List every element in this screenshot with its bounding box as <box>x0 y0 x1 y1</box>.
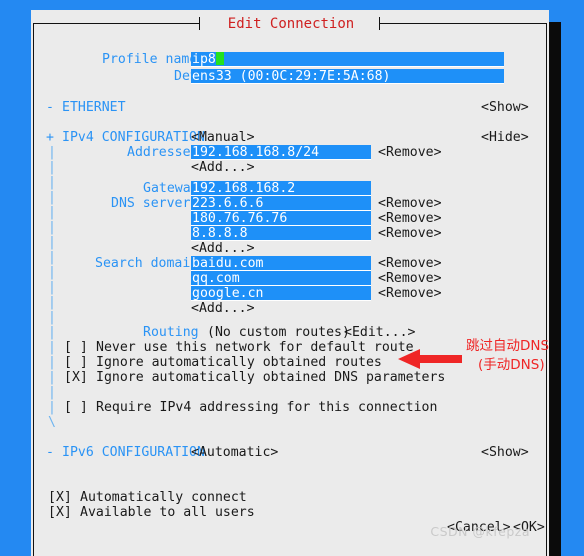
ipv6-collapse-marker[interactable]: - <box>46 445 54 460</box>
ipv6-mode-select[interactable]: <Automatic> <box>191 445 278 460</box>
dns-server-add-button[interactable]: <Add...> <box>191 241 255 256</box>
gateway-value: 192.168.168.2 <box>192 181 296 196</box>
dns-server-value: 223.6.6.6 <box>192 196 264 211</box>
checkbox-ignore-dns-label[interactable]: Ignore automatically obtained DNS parame… <box>96 370 445 385</box>
dns-server-remove-button[interactable]: <Remove> <box>378 226 442 241</box>
dns-server-input[interactable]: 180.76.76.76 <box>191 211 371 226</box>
dialog-shadow <box>549 22 561 556</box>
ipv4-tree-bar: | <box>48 235 56 250</box>
device-input[interactable]: ens33 (00:0C:29:7E:5A:68) <box>191 69 504 84</box>
profile-name-input[interactable]: ip8 <box>191 52 504 67</box>
search-domain-value: qq.com <box>192 271 240 286</box>
ipv4-mode-select[interactable]: <Manual> <box>191 130 255 145</box>
left-arrow-icon <box>398 349 462 369</box>
watermark: CSDN @kfepza <box>430 524 530 539</box>
dns-server-remove-button[interactable]: <Remove> <box>378 196 442 211</box>
text-cursor <box>215 52 224 65</box>
checkbox-ignore-dns-mark[interactable]: [X] <box>64 370 88 385</box>
address-input[interactable]: 192.168.168.8/24 <box>191 145 371 160</box>
dns-servers-label: DNS servers <box>111 196 199 211</box>
checkbox-all-users-mark[interactable]: [X] <box>48 505 72 520</box>
ipv4-tree-bar: | <box>48 190 56 205</box>
search-domain-value: baidu.com <box>192 256 264 271</box>
search-domain-remove-button[interactable]: <Remove> <box>378 286 442 301</box>
addresses-label: Addresses <box>127 145 199 160</box>
ipv4-tree-bar: | <box>48 295 56 310</box>
ipv4-tree-bar: | <box>48 250 56 265</box>
checkbox-ignore-routes-mark[interactable]: [ ] <box>64 355 88 370</box>
checkbox-never-default-route-label[interactable]: Never use this network for default route <box>96 340 414 355</box>
ipv4-hide-button[interactable]: <Hide> <box>481 130 529 145</box>
search-domain-value: google.cn <box>192 286 264 301</box>
routing-value: (No custom routes) <box>207 325 350 340</box>
dns-server-remove-button[interactable]: <Remove> <box>378 211 442 226</box>
address-value: 192.168.168.8/24 <box>192 145 320 160</box>
profile-name-value: ip8 <box>192 52 216 67</box>
ethernet-show-button[interactable]: <Show> <box>481 100 529 115</box>
search-domain-remove-button[interactable]: <Remove> <box>378 256 442 271</box>
address-add-button[interactable]: <Add...> <box>191 160 255 175</box>
edit-connection-dialog: Edit Connection Profile name ip8 Device … <box>31 10 549 556</box>
ipv4-expand-marker[interactable]: + <box>46 130 54 145</box>
dns-server-value: 8.8.8.8 <box>192 226 248 241</box>
search-domain-input[interactable]: qq.com <box>191 271 371 286</box>
address-remove-button[interactable]: <Remove> <box>378 145 442 160</box>
routing-label: Routing <box>143 325 199 340</box>
dialog-body: Profile name ip8 Device ens33 (00:0C:29:… <box>34 24 546 555</box>
ipv4-tree-bar: | <box>48 160 56 175</box>
ipv4-tree-end: \ <box>48 415 56 430</box>
search-domain-input[interactable]: baidu.com <box>191 256 371 271</box>
dns-server-input[interactable]: 223.6.6.6 <box>191 196 371 211</box>
checkbox-ignore-routes-label[interactable]: Ignore automatically obtained routes <box>96 355 382 370</box>
ethernet-collapse-marker[interactable]: - <box>46 100 54 115</box>
profile-name-label: Profile name <box>102 52 198 67</box>
checkbox-auto-connect-mark[interactable]: [X] <box>48 490 72 505</box>
dialog-border-right <box>546 23 547 556</box>
annotation-line-2: (手动DNS) <box>478 357 545 373</box>
ipv4-tree-bar: | <box>48 310 56 325</box>
gateway-input[interactable]: 192.168.168.2 <box>191 181 371 196</box>
ipv4-tree-bar: | <box>48 355 56 370</box>
checkbox-require-ipv4-mark[interactable]: [ ] <box>64 400 88 415</box>
dns-server-input[interactable]: 8.8.8.8 <box>191 226 371 241</box>
screen: Edit Connection Profile name ip8 Device … <box>0 0 584 556</box>
ipv4-tree-bar: | <box>48 385 56 400</box>
search-domain-add-button[interactable]: <Add...> <box>191 301 255 316</box>
ipv4-tree-bar: | <box>48 280 56 295</box>
checkbox-auto-connect-label[interactable]: Automatically connect <box>80 490 247 505</box>
ipv4-section-title: IPv4 CONFIGURATION <box>62 130 205 145</box>
dns-server-value: 180.76.76.76 <box>192 211 288 226</box>
ipv6-show-button[interactable]: <Show> <box>481 445 529 460</box>
checkbox-all-users-label[interactable]: Available to all users <box>80 505 255 520</box>
ipv4-tree-bar: | <box>48 145 56 160</box>
annotation-line-1: 跳过自动DNS <box>466 338 550 354</box>
device-value: ens33 (00:0C:29:7E:5A:68) <box>192 69 391 84</box>
ipv4-tree-bar: | <box>48 175 56 190</box>
ethernet-section-title: ETHERNET <box>62 100 126 115</box>
ipv4-tree-bar: | <box>48 220 56 235</box>
ipv6-section-title: IPv6 CONFIGURATION <box>62 445 205 460</box>
checkbox-require-ipv4-label[interactable]: Require IPv4 addressing for this connect… <box>96 400 437 415</box>
ipv4-tree-bar: | <box>48 370 56 385</box>
checkbox-never-default-route-mark[interactable]: [ ] <box>64 340 88 355</box>
ipv4-tree-bar: | <box>48 265 56 280</box>
ipv4-tree-bar: | <box>48 205 56 220</box>
ipv4-tree-bar: | <box>48 400 56 415</box>
ipv4-tree-bar: | <box>48 325 56 340</box>
search-domains-label: Search domains <box>95 256 207 271</box>
search-domain-remove-button[interactable]: <Remove> <box>378 271 442 286</box>
ipv4-tree-bar: | <box>48 340 56 355</box>
routing-edit-button[interactable]: <Edit...> <box>344 325 415 340</box>
search-domain-input[interactable]: google.cn <box>191 286 371 301</box>
